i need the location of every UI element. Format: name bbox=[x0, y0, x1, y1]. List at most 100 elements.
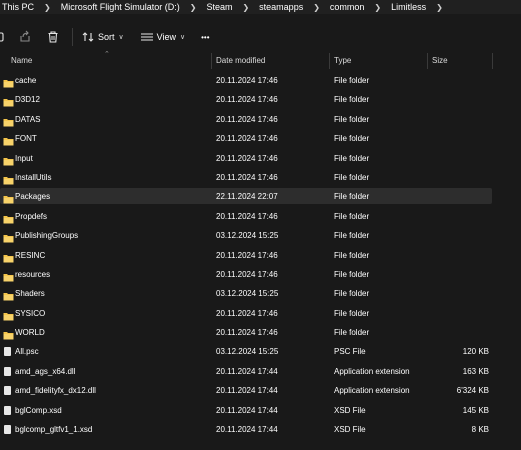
file-name: amd_fidelityfx_dx12.dll bbox=[15, 386, 96, 396]
file-row[interactable]: WORLD 20.11.2024 17:46 File folder bbox=[0, 323, 521, 342]
file-size bbox=[432, 110, 489, 129]
file-row[interactable]: All.psc 03.12.2024 15:25 PSC File 120 KB bbox=[0, 342, 521, 361]
file-date-modified: 20.11.2024 17:44 bbox=[216, 366, 278, 376]
breadcrumb-limitless[interactable]: Limitless bbox=[387, 2, 430, 12]
file-name: InstallUtils bbox=[15, 172, 52, 182]
breadcrumb-drive[interactable]: Microsoft Flight Simulator (D:) bbox=[57, 2, 184, 12]
file-name: RESINC bbox=[15, 250, 46, 260]
breadcrumb-steamapps[interactable]: steamapps bbox=[255, 2, 307, 12]
file-row[interactable]: D3D12 20.11.2024 17:46 File folder bbox=[0, 90, 521, 109]
file-name: FONT bbox=[15, 134, 37, 144]
rename-button[interactable] bbox=[0, 26, 10, 48]
rename-icon bbox=[0, 32, 4, 42]
file-row[interactable]: Shaders 03.12.2024 15:25 File folder bbox=[0, 284, 521, 303]
file-row[interactable]: SYSICO 20.11.2024 17:46 File folder bbox=[0, 304, 521, 323]
file-name: Shaders bbox=[15, 289, 45, 299]
file-icon bbox=[3, 386, 14, 396]
column-size-header[interactable]: Size bbox=[432, 52, 448, 70]
file-row[interactable]: cache 20.11.2024 17:46 File folder bbox=[0, 71, 521, 90]
file-icon bbox=[3, 347, 14, 357]
file-name: PublishingGroups bbox=[15, 231, 79, 241]
file-row[interactable]: amd_ags_x64.dll 20.11.2024 17:44 Applicati… bbox=[0, 362, 521, 381]
column-divider[interactable] bbox=[211, 53, 212, 69]
column-date-header[interactable]: Date modified bbox=[216, 52, 265, 70]
file-row[interactable]: PublishingGroups 03.12.2024 15:25 File fol… bbox=[0, 226, 521, 245]
file-row[interactable]: Input 20.11.2024 17:46 File folder bbox=[0, 149, 521, 168]
share-button[interactable] bbox=[18, 26, 32, 48]
folder-icon bbox=[3, 95, 14, 107]
folder-icon bbox=[3, 76, 14, 88]
file-date-modified: 20.11.2024 17:46 bbox=[216, 134, 278, 144]
file-name: resources bbox=[15, 269, 51, 279]
breadcrumb-steam[interactable]: Steam bbox=[202, 2, 236, 12]
file-name: WORLD bbox=[15, 328, 45, 338]
file-date-modified: 20.11.2024 17:46 bbox=[216, 308, 278, 318]
folder-icon-shape bbox=[3, 293, 14, 301]
column-header: ⌃ Name Date modified Type Size bbox=[0, 51, 521, 70]
file-type: PSC File bbox=[334, 347, 366, 357]
file-date-modified: 20.11.2024 17:44 bbox=[216, 405, 278, 415]
file-size: 120 KB bbox=[462, 347, 489, 357]
view-lines-icon bbox=[140, 33, 153, 41]
file-type: XSD File bbox=[334, 425, 366, 435]
file-row[interactable]: RESINC 20.11.2024 17:46 File folder bbox=[0, 246, 521, 265]
column-divider[interactable] bbox=[492, 53, 493, 69]
delete-button[interactable] bbox=[46, 26, 60, 48]
sort-button[interactable]: Sort ∨ bbox=[81, 26, 124, 48]
view-button[interactable]: View ∨ bbox=[140, 26, 185, 48]
column-type-header[interactable]: Type bbox=[334, 52, 351, 70]
file-row[interactable]: resources 20.11.2024 17:46 File folder bbox=[0, 265, 521, 284]
file-row[interactable]: InstallUtils 20.11.2024 17:46 File folder bbox=[0, 168, 521, 187]
column-divider[interactable] bbox=[427, 53, 428, 69]
file-row[interactable]: amd_fidelityfx_dx12.dll 20.11.2024 17:44 A… bbox=[0, 381, 521, 400]
file-row[interactable]: DATAS 20.11.2024 17:46 File folder bbox=[0, 110, 521, 129]
folder-icon bbox=[3, 289, 14, 301]
chevron-right-icon: ❯ bbox=[374, 2, 382, 12]
file-name: Input bbox=[15, 153, 33, 163]
file-row[interactable]: bglcomp_gltfv1_1.xsd 20.11.2024 17:44 XSD … bbox=[0, 420, 521, 439]
file-size bbox=[432, 323, 489, 342]
file-date-modified: 20.11.2024 17:44 bbox=[216, 425, 278, 435]
folder-icon-shape bbox=[3, 99, 14, 107]
file-type: XSD File bbox=[334, 405, 366, 415]
file-type: File folder bbox=[334, 153, 370, 163]
file-date-modified: 22.11.2024 22:07 bbox=[216, 192, 278, 202]
file-name: cache bbox=[15, 76, 37, 85]
file-icon bbox=[3, 425, 14, 435]
breadcrumb-this-pc[interactable]: This PC bbox=[0, 2, 38, 12]
folder-icon bbox=[3, 212, 14, 224]
file-row[interactable]: bglComp.xsd 20.11.2024 17:44 XSD File 145 K… bbox=[0, 401, 521, 420]
file-row[interactable]: FONT 20.11.2024 17:46 File folder bbox=[0, 129, 521, 148]
column-name-header[interactable]: Name bbox=[11, 52, 32, 70]
file-date-modified: 20.11.2024 17:46 bbox=[216, 211, 278, 221]
folder-icon-shape bbox=[3, 196, 14, 204]
file-size bbox=[432, 265, 489, 284]
file-name: D3D12 bbox=[15, 95, 40, 105]
file-size bbox=[432, 129, 489, 148]
chevron-right-icon: ❯ bbox=[436, 2, 443, 12]
breadcrumb-common[interactable]: common bbox=[326, 2, 369, 12]
file-type: File folder bbox=[334, 172, 370, 182]
chevron-down-icon: ∨ bbox=[118, 34, 124, 41]
file-name: DATAS bbox=[15, 114, 41, 124]
command-bar: Sort ∨ View ∨ ••• bbox=[0, 22, 521, 52]
file-type: File folder bbox=[334, 192, 370, 202]
folder-icon bbox=[3, 309, 14, 321]
chevron-down-icon: ∨ bbox=[180, 34, 186, 41]
more-options-button[interactable]: ••• bbox=[201, 26, 209, 48]
file-size bbox=[432, 284, 489, 303]
document-icon bbox=[4, 386, 11, 396]
file-type: Application extension bbox=[334, 366, 410, 376]
file-type: File folder bbox=[334, 95, 370, 105]
document-icon bbox=[4, 405, 11, 415]
breadcrumb: This PC ❯ Microsoft Flight Simulator (D:… bbox=[0, 0, 521, 14]
file-date-modified: 20.11.2024 17:46 bbox=[216, 250, 278, 260]
column-divider[interactable] bbox=[329, 53, 330, 69]
file-row[interactable]: Packages 22.11.2024 22:07 File folder bbox=[0, 187, 521, 206]
file-name: bglcomp_gltfv1_1.xsd bbox=[15, 425, 93, 435]
file-row[interactable]: Propdefs 20.11.2024 17:46 File folder bbox=[0, 207, 521, 226]
sort-icon bbox=[82, 32, 94, 42]
file-size: 145 KB bbox=[462, 405, 489, 415]
chevron-right-icon: ❯ bbox=[44, 2, 51, 12]
chevron-right-icon: ❯ bbox=[242, 2, 250, 12]
